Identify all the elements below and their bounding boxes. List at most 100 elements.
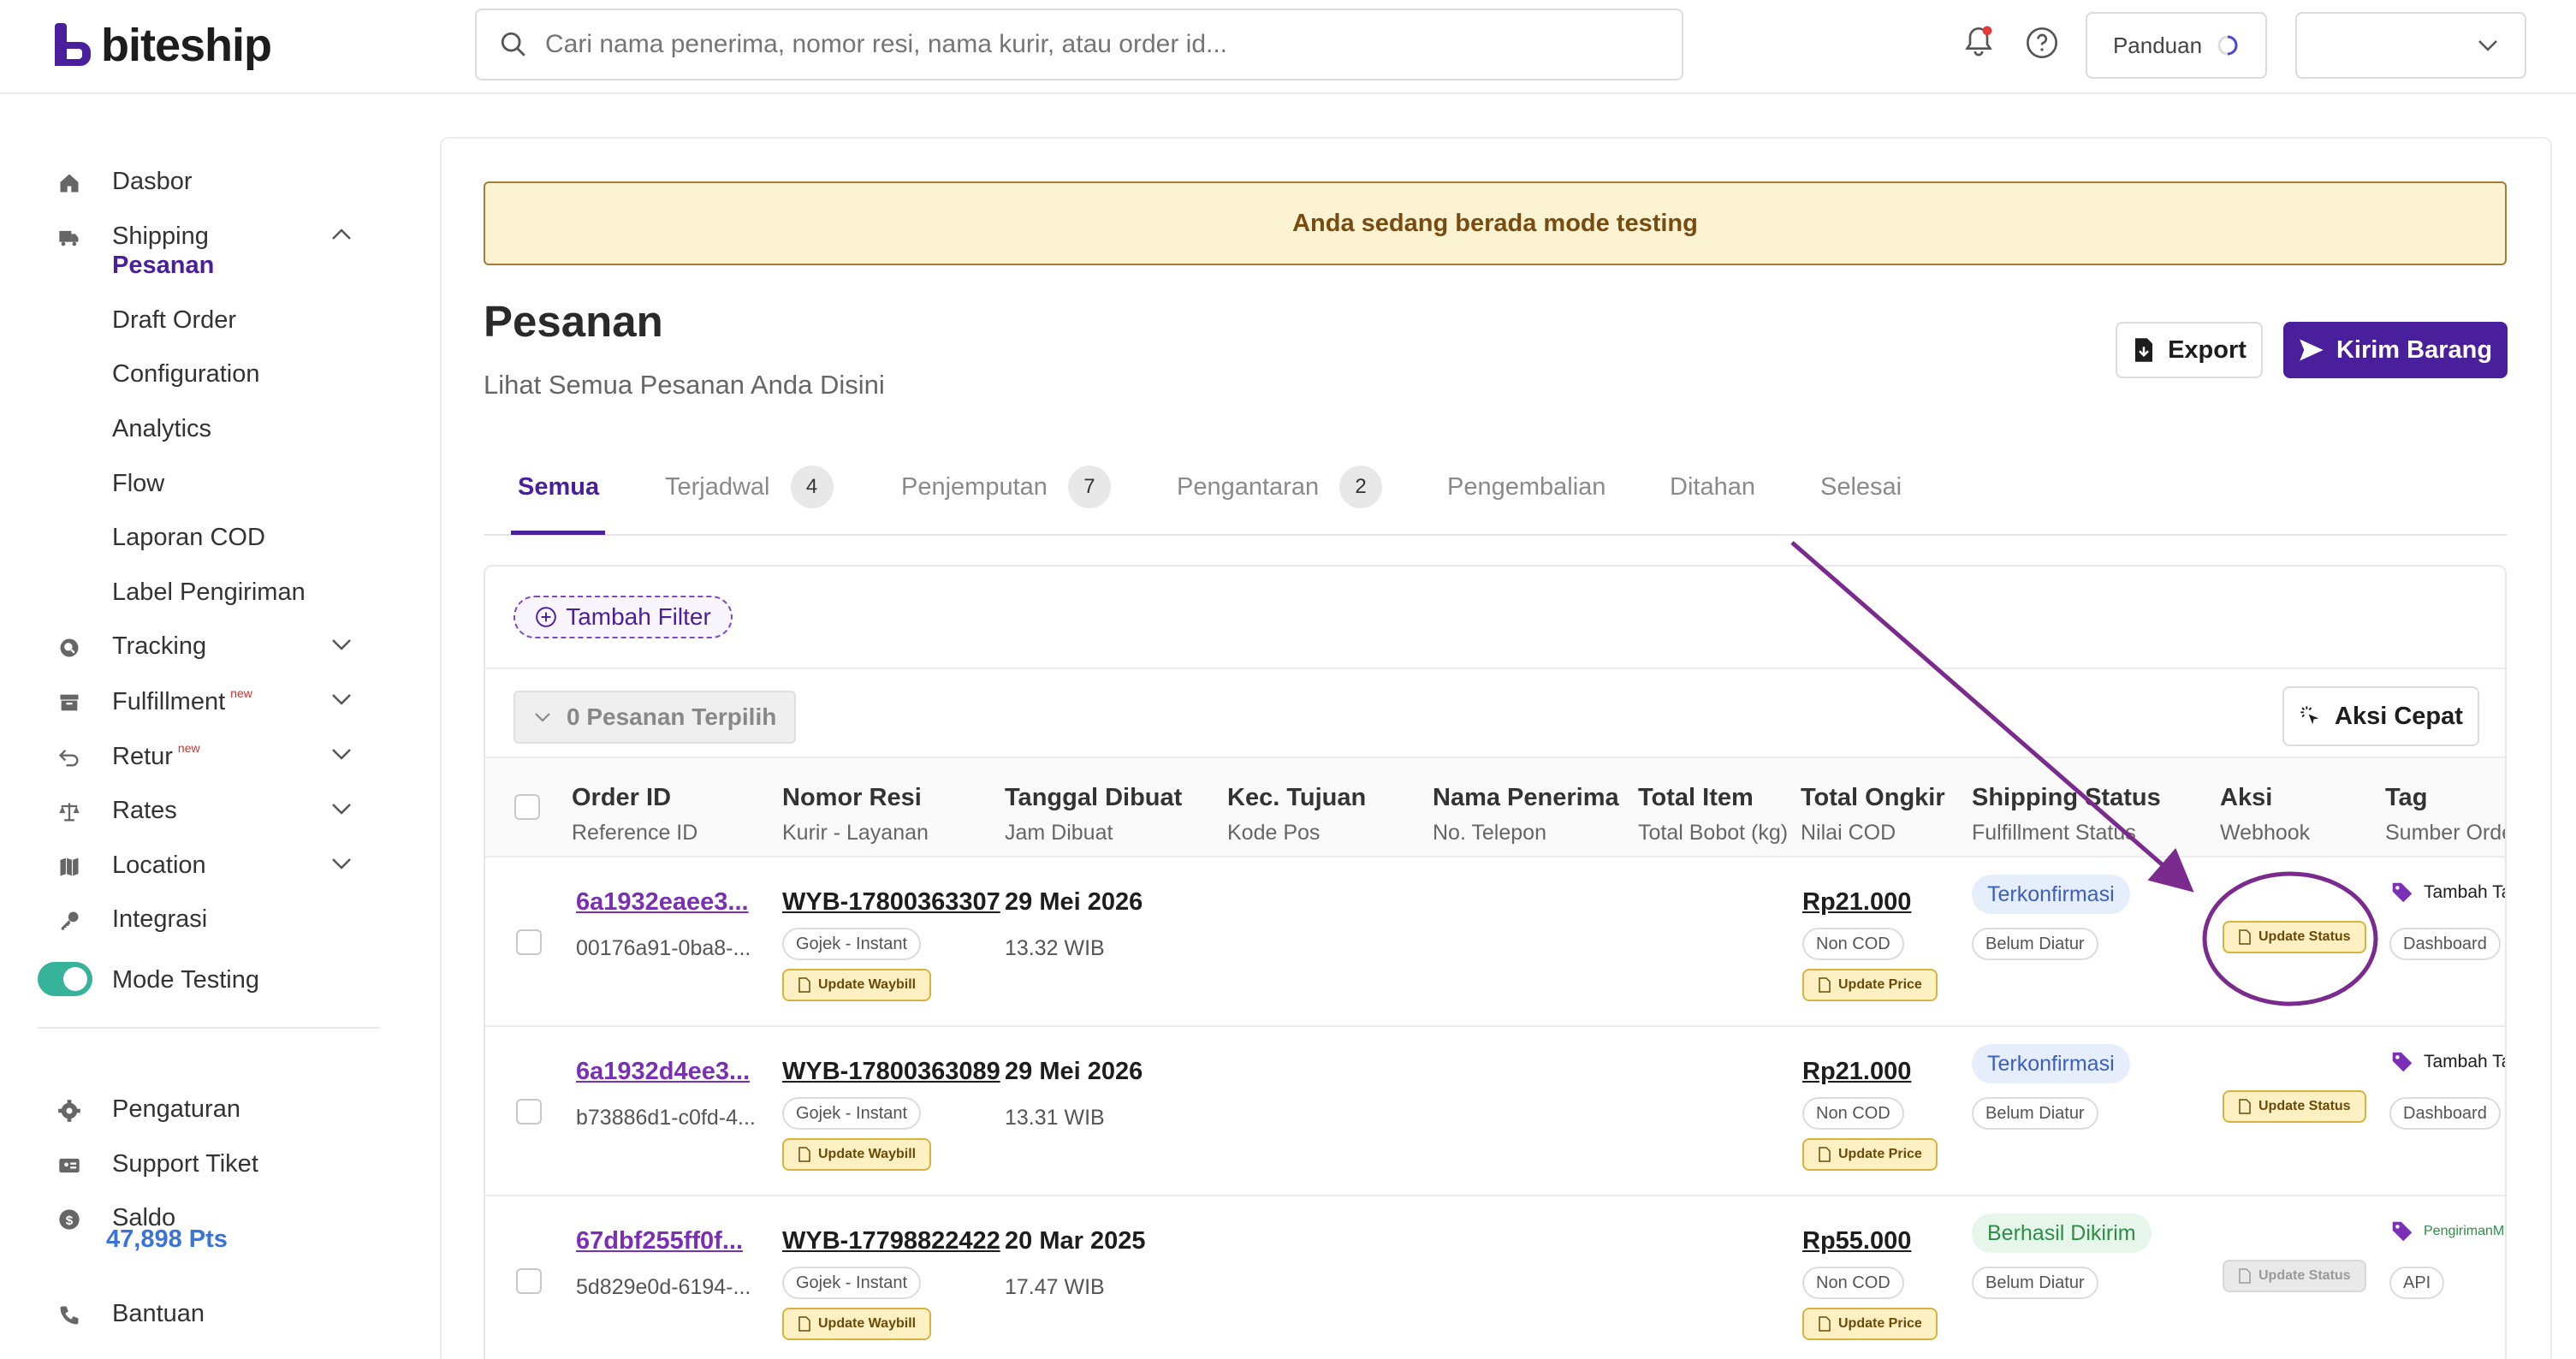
fulfillment-status-pill: Belum Diatur [1972, 1097, 2098, 1130]
col-aksi[interactable]: Aksi Webhook [2220, 784, 2310, 846]
reference-id: 00176a91-0ba8-... [576, 936, 751, 960]
sidebar-subitem-configuration[interactable]: Configuration [112, 360, 260, 389]
column-subheader: Total Bobot (kg) [1638, 821, 1789, 845]
fulfillment-cell: Belum Diatur [1972, 1097, 2098, 1130]
sidebar-label: Fulfillment [112, 687, 226, 715]
cod-pill: Non COD [1802, 1267, 1904, 1299]
ongkir-link[interactable]: Rp55.000 [1802, 1227, 1911, 1255]
col-total-item[interactable]: Total Item Total Bobot (kg) [1638, 784, 1788, 846]
tab-selesai[interactable]: Selesai [1820, 466, 1902, 508]
sidebar-item-mode-testing[interactable]: Mode Testing [0, 954, 377, 1006]
resi-link[interactable]: WYB-17800363307 [782, 888, 1000, 917]
tambah-filter-button[interactable]: Tambah Filter [513, 596, 733, 638]
panduan-button[interactable]: Panduan [2086, 12, 2267, 79]
export-button[interactable]: Export [2116, 322, 2263, 378]
sidebar-subitem-draft-order[interactable]: Draft Order [112, 306, 236, 335]
tab-ditahan[interactable]: Ditahan [1670, 466, 1755, 508]
order-id-link[interactable]: 67dbf255ff0f... [576, 1227, 743, 1255]
sidebar-label: Pengaturan [112, 1095, 240, 1123]
col-tag[interactable]: Tag Sumber Orde [2385, 784, 2505, 846]
ongkir-link[interactable]: Rp21.000 [1802, 888, 1911, 917]
col-tanggal[interactable]: Tanggal Dibuat Jam Dibuat [1005, 784, 1182, 846]
sidebar-item-support-tiket[interactable]: Support Tiket [0, 1138, 377, 1190]
sidebar-subitem-label-pengiriman[interactable]: Label Pengiriman [112, 579, 306, 607]
chevron-down-icon [332, 858, 351, 869]
table-row[interactable]: 67dbf255ff0f... 5d829e0d-6194-... WYB-17… [485, 1196, 2505, 1359]
sidebar-subitem-flow[interactable]: Flow [112, 470, 164, 498]
biteship-logo[interactable]: biteship [53, 19, 272, 72]
sidebar-item-bantuan[interactable]: Bantuan [0, 1288, 377, 1339]
column-subheader: Webhook [2220, 821, 2311, 845]
update-price-button[interactable]: Update Price [1802, 969, 1938, 1001]
saldo-points: 47,898 Pts [106, 1225, 228, 1253]
account-dropdown[interactable] [2295, 12, 2526, 79]
table-row[interactable]: 6a1932d4ee3... b73886d1-c0fd-4... WYB-17… [485, 1027, 2505, 1196]
sidebar-subitem-pesanan[interactable]: Pesanan [112, 252, 214, 280]
tag-cell[interactable]: Tambah Ta [2389, 1049, 2505, 1075]
col-order-id[interactable]: Order ID Reference ID [572, 784, 697, 846]
order-id-link[interactable]: 6a1932eaee3... [576, 888, 749, 917]
fulfillment-status-pill: Belum Diatur [1972, 1267, 2098, 1299]
search-input[interactable] [545, 30, 1658, 59]
update-price-button[interactable]: Update Price [1802, 1138, 1938, 1171]
aksi-cepat-button[interactable]: Aksi Cepat [2282, 686, 2479, 746]
tab-semua[interactable]: Semua [518, 466, 599, 508]
resi-link[interactable]: WYB-17798822422 [782, 1227, 1000, 1255]
sidebar-item-rates[interactable]: Rates [0, 785, 377, 836]
order-id-link[interactable]: 6a1932d4ee3... [576, 1058, 750, 1086]
return-icon [58, 750, 79, 767]
update-status-button[interactable]: Update Status [2223, 1260, 2366, 1292]
update-waybill-button[interactable]: Update Waybill [782, 1308, 932, 1340]
resi-link[interactable]: WYB-17800363089 [782, 1058, 1000, 1086]
row-checkbox[interactable] [516, 929, 542, 955]
col-kec-tujuan[interactable]: Kec. Tujuan Kode Pos [1227, 784, 1366, 846]
update-price-button[interactable]: Update Price [1802, 1308, 1938, 1340]
cod-pill: Non COD [1802, 1097, 1904, 1130]
tab-pengantaran[interactable]: Pengantaran 2 [1177, 466, 1383, 508]
sidebar-item-integrasi[interactable]: Integrasi [0, 893, 377, 945]
sidebar-item-fulfillment[interactable]: Fulfillment new [0, 675, 377, 727]
filter-label: Tambah Filter [566, 603, 711, 630]
ongkir-link[interactable]: Rp21.000 [1802, 1058, 1911, 1086]
tab-terjadwal[interactable]: Terjadwal 4 [665, 466, 834, 508]
sidebar-subitem-analytics[interactable]: Analytics [112, 415, 211, 443]
update-status-button[interactable]: Update Status [2223, 921, 2366, 953]
svg-text:$: $ [66, 1214, 74, 1228]
page-subtitle: Lihat Semua Pesanan Anda Disini [484, 370, 885, 400]
update-status-button[interactable]: Update Status [2223, 1090, 2366, 1123]
sidebar-label: Retur [112, 742, 173, 770]
tab-pengembalian[interactable]: Pengembalian [1447, 466, 1606, 508]
row-checkbox[interactable] [516, 1099, 542, 1125]
search-bar[interactable] [475, 9, 1683, 80]
courier-pill: Gojek - Instant [782, 1267, 922, 1299]
sidebar-subitem-laporan-cod[interactable]: Laporan COD [112, 524, 265, 552]
row-checkbox[interactable] [516, 1268, 542, 1294]
help-circle-icon[interactable] [2025, 26, 2059, 60]
created-time: 13.32 WIB [1005, 936, 1105, 960]
table-row[interactable]: 6a1932eaee3... 00176a91-0ba8-... WYB-178… [485, 858, 2505, 1027]
col-nomor-resi[interactable]: Nomor Resi Kurir - Layanan [782, 784, 929, 846]
file-icon [1819, 1316, 1831, 1332]
sidebar-label: Mode Testing [112, 965, 259, 994]
update-waybill-button[interactable]: Update Waybill [782, 1138, 932, 1171]
export-label: Export [2168, 335, 2247, 364]
column-header: Shipping Status [1972, 784, 2161, 811]
sidebar-item-retur[interactable]: Retur new [0, 730, 377, 781]
update-waybill-button[interactable]: Update Waybill [782, 969, 932, 1001]
selected-orders-dropdown[interactable]: 0 Pesanan Terpilih [513, 691, 796, 744]
sidebar-item-pengaturan[interactable]: Pengaturan [0, 1083, 377, 1135]
tab-penjemputan[interactable]: Penjemputan 7 [901, 466, 1111, 508]
select-all-checkbox[interactable] [514, 794, 540, 820]
col-nama-penerima[interactable]: Nama Penerima No. Telepon [1433, 784, 1619, 846]
tag-cell[interactable]: Tambah Ta [2389, 880, 2505, 905]
col-total-ongkir[interactable]: Total Ongkir Nilai COD [1801, 784, 1945, 846]
cod-cell: Non COD [1802, 1097, 1904, 1130]
tag-cell[interactable]: PengirimanM [2389, 1219, 2504, 1244]
kirim-barang-button[interactable]: Kirim Barang [2283, 322, 2508, 378]
panel-divider [485, 668, 2505, 669]
sidebar-item-location[interactable]: Location [0, 840, 377, 891]
col-shipping-status[interactable]: Shipping Status Fulfillment Status [1972, 784, 2161, 846]
notification-bell-icon[interactable] [1962, 24, 1996, 62]
sidebar-item-dasbor[interactable]: Dasbor [0, 156, 377, 207]
sidebar-item-tracking[interactable]: Tracking [0, 620, 377, 672]
